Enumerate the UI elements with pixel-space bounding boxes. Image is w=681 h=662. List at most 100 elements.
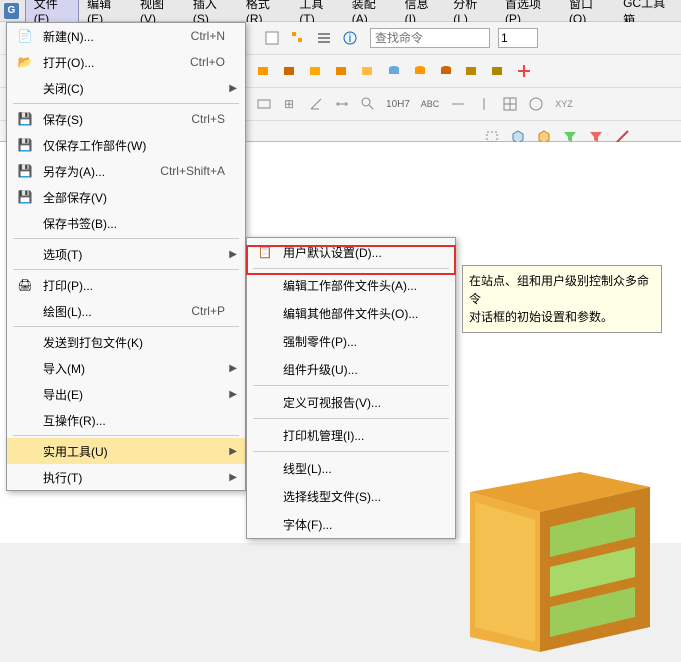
csys-icon[interactable] (524, 92, 548, 116)
blank-icon (255, 275, 275, 295)
arrow-icon: ▶ (229, 472, 237, 483)
sub-editwork-label: 编辑工作部件文件头(A)... (283, 277, 447, 294)
sub-visreport[interactable]: 定义可视报告(V)... (247, 388, 455, 416)
sub-printer-label: 打印机管理(I)... (283, 427, 447, 444)
menu-saveall[interactable]: 💾全部保存(V) (7, 184, 245, 210)
cyl1-icon[interactable] (382, 59, 406, 83)
cyl3-icon[interactable] (434, 59, 458, 83)
menubar: G 文件(F) 编辑(E) 视图(V) 插入(S) 格式(R) 工具(T) 装配… (0, 0, 681, 22)
separator (253, 268, 449, 269)
sub-linefile[interactable]: 选择线型文件(S)... (247, 482, 455, 510)
dim1-icon[interactable] (330, 92, 354, 116)
menu-savework-label: 仅保存工作部件(W) (43, 137, 237, 154)
menu-plot-shortcut: Ctrl+P (191, 304, 225, 318)
separator (253, 385, 449, 386)
sub-font-label: 字体(F)... (283, 516, 447, 533)
arrow-icon: ▶ (229, 389, 237, 400)
grid-icon[interactable] (498, 92, 522, 116)
search-input[interactable] (370, 28, 490, 48)
tol-icon[interactable]: 10H7 (382, 92, 414, 116)
menu-saveas-label: 另存为(A)... (43, 163, 160, 180)
menu-new[interactable]: 📄新建(N)...Ctrl+N (7, 23, 245, 49)
menu-new-label: 新建(N)... (43, 28, 191, 45)
sub-force-label: 强制零件(P)... (283, 333, 447, 350)
blank-icon (15, 467, 35, 487)
blank-icon (15, 301, 35, 321)
menu-close-label: 关闭(C) (43, 80, 229, 97)
menu-close[interactable]: 关闭(C)▶ (7, 75, 245, 101)
menu-savebm-label: 保存书签(B)... (43, 215, 237, 232)
glass-icon[interactable] (356, 92, 380, 116)
separator (13, 238, 239, 239)
separator (13, 326, 239, 327)
menu-export[interactable]: 导出(E)▶ (7, 381, 245, 407)
menu-saveas-shortcut: Ctrl+Shift+A (160, 164, 225, 178)
tb-tree-icon[interactable] (286, 26, 310, 50)
menu-save[interactable]: 💾保存(S)Ctrl+S (7, 106, 245, 132)
tb-list-icon[interactable] (312, 26, 336, 50)
blank-icon (255, 303, 275, 323)
app-icon: G (4, 3, 19, 19)
menu-import[interactable]: 导入(M)▶ (7, 355, 245, 381)
menu-open[interactable]: 📂打开(O)...Ctrl+O (7, 49, 245, 75)
cube4-icon[interactable] (330, 59, 354, 83)
cube5-icon[interactable] (356, 59, 380, 83)
menu-savebm[interactable]: 保存书签(B)... (7, 210, 245, 236)
sub-force[interactable]: 强制零件(P)... (247, 327, 455, 355)
blank-icon (255, 425, 275, 445)
abc-icon[interactable]: ABC (416, 92, 444, 116)
spin-input[interactable] (498, 28, 538, 48)
blank-icon (15, 244, 35, 264)
blank-icon (15, 410, 35, 430)
tooltip-line1: 在站点、组和用户级别控制众多命令 (469, 272, 655, 308)
cube7-icon[interactable] (486, 59, 510, 83)
menu-open-label: 打开(O)... (43, 54, 190, 71)
blank-icon (15, 213, 35, 233)
menu-sendpkg[interactable]: 发送到打包文件(K) (7, 329, 245, 355)
cube1-icon[interactable] (252, 59, 276, 83)
menu-utilities[interactable]: 实用工具(U)▶ (7, 438, 245, 464)
sub-upgrade[interactable]: 组件升级(U)... (247, 355, 455, 383)
menu-print[interactable]: 🖨打印(P)... (7, 272, 245, 298)
svg-text:i: i (349, 31, 352, 45)
sub-linetype[interactable]: 线型(L)... (247, 454, 455, 482)
rect-icon[interactable] (252, 92, 276, 116)
cube6-icon[interactable] (460, 59, 484, 83)
dim3-icon[interactable] (472, 92, 496, 116)
saveas-icon: 💾 (15, 161, 35, 181)
separator (13, 435, 239, 436)
menu-interop[interactable]: 互操作(R)... (7, 407, 245, 433)
arrow-icon: ▶ (229, 83, 237, 94)
h-icon[interactable]: ⊞ (278, 92, 302, 116)
blank-icon (255, 514, 275, 534)
menu-plot-label: 绘图(L)... (43, 303, 191, 320)
cube2-icon[interactable] (278, 59, 302, 83)
tb-doc-icon[interactable] (260, 26, 284, 50)
blank-icon (255, 331, 275, 351)
print-icon: 🖨 (15, 275, 35, 295)
sub-printer[interactable]: 打印机管理(I)... (247, 421, 455, 449)
xyz-icon[interactable]: XYZ (550, 92, 578, 116)
menu-execute-label: 执行(T) (43, 469, 229, 486)
angle-icon[interactable] (304, 92, 328, 116)
svg-text:⊞: ⊞ (284, 97, 294, 111)
sub-userdef[interactable]: 📋用户默认设置(D)... (247, 238, 455, 266)
menu-saveas[interactable]: 💾 另存为(A)...Ctrl+Shift+A (7, 158, 245, 184)
menu-savework[interactable]: 💾仅保存工作部件(W) (7, 132, 245, 158)
tooltip-line2: 对话框的初始设置和参数。 (469, 308, 655, 326)
dim2-icon[interactable] (446, 92, 470, 116)
menu-plot[interactable]: 绘图(L)...Ctrl+P (7, 298, 245, 324)
menu-options[interactable]: 选项(T)▶ (7, 241, 245, 267)
tb-info-icon[interactable]: i (338, 26, 362, 50)
sub-font[interactable]: 字体(F)... (247, 510, 455, 538)
menu-save-label: 保存(S) (43, 111, 191, 128)
cyl2-icon[interactable] (408, 59, 432, 83)
menu-sendpkg-label: 发送到打包文件(K) (43, 334, 237, 351)
cube3-icon[interactable] (304, 59, 328, 83)
add-icon[interactable] (512, 59, 536, 83)
menu-execute[interactable]: 执行(T)▶ (7, 464, 245, 490)
sub-editother[interactable]: 编辑其他部件文件头(O)... (247, 299, 455, 327)
furniture-model (460, 452, 660, 662)
sub-editwork[interactable]: 编辑工作部件文件头(A)... (247, 271, 455, 299)
blank-icon (255, 486, 275, 506)
